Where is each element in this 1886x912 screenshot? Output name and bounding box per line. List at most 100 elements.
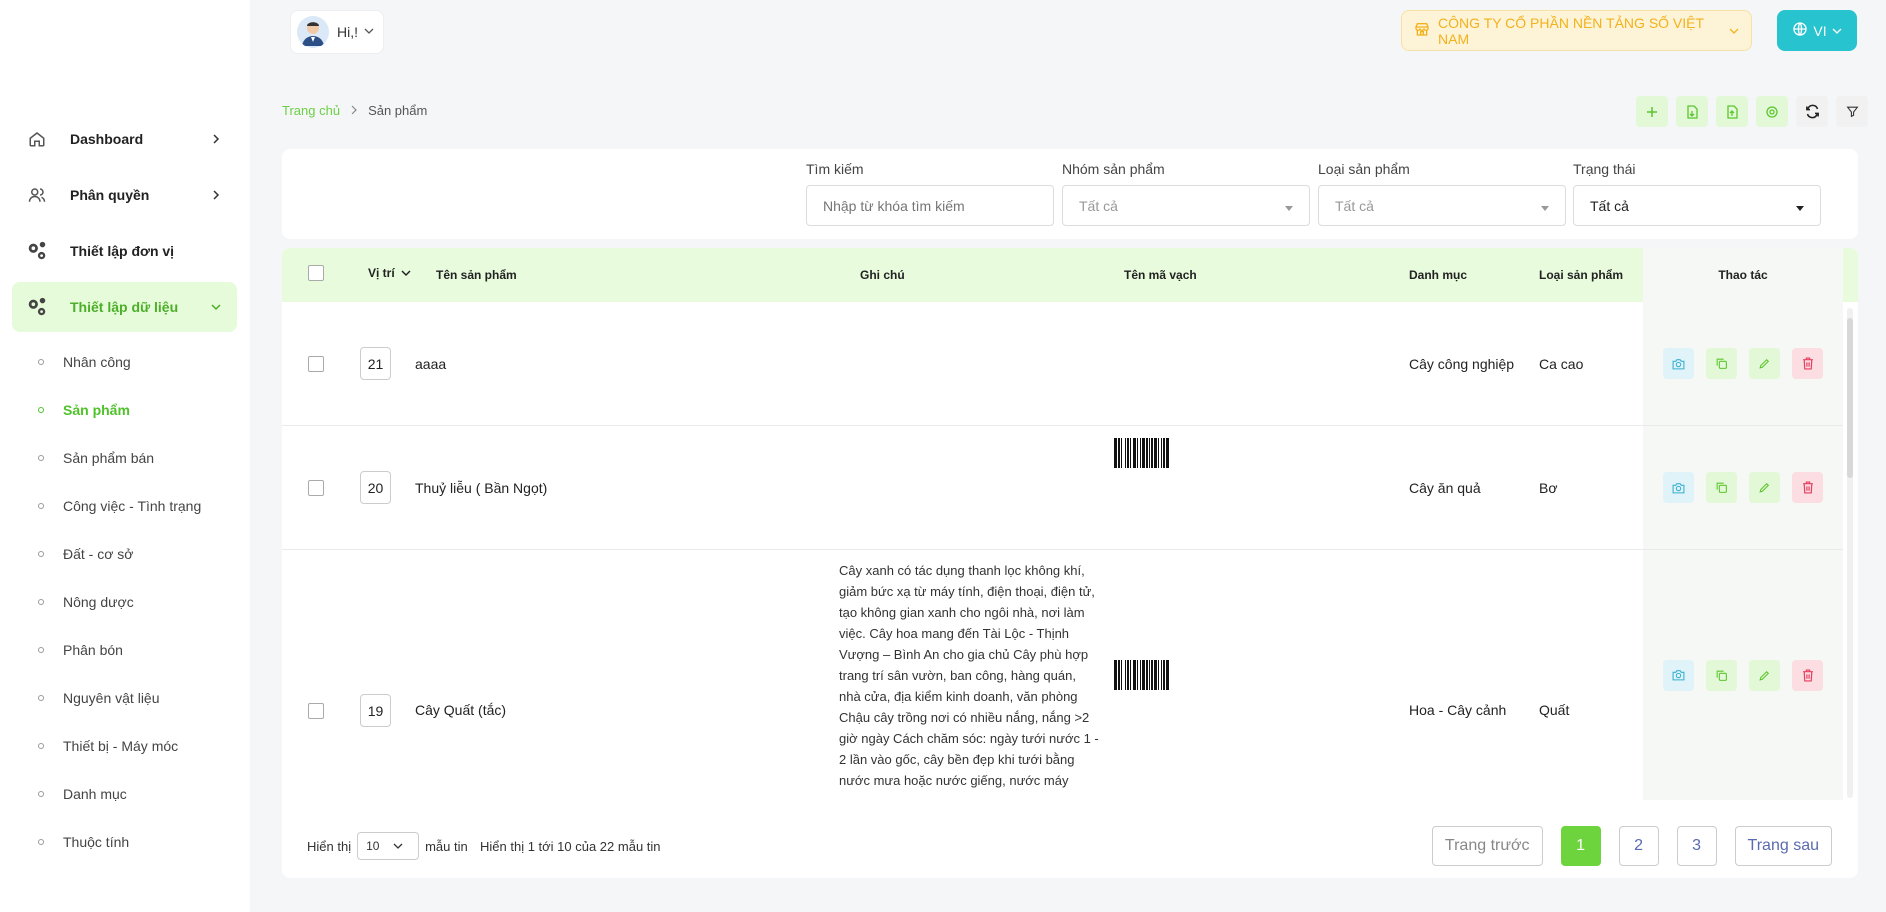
status-select[interactable]: Tất cả bbox=[1573, 185, 1821, 226]
sidebar-item-permissions[interactable]: Phân quyền bbox=[12, 170, 237, 220]
row-barcode bbox=[1114, 438, 1169, 468]
user-menu[interactable]: Hi,! bbox=[290, 10, 384, 54]
copy-icon bbox=[1716, 670, 1727, 681]
store-icon bbox=[1414, 21, 1430, 40]
sidebar-subitem-labor[interactable]: Nhân công bbox=[12, 338, 237, 386]
column-position[interactable]: Vị trí bbox=[368, 266, 411, 280]
show-label: Hiển thị bbox=[307, 838, 352, 854]
copy-button[interactable] bbox=[1706, 472, 1737, 503]
pagination-info: Hiển thị 1 tới 10 của 22 mẫu tin bbox=[480, 839, 661, 854]
product-group-label: Nhóm sản phẩm bbox=[1062, 161, 1165, 177]
page-button[interactable]: 3 bbox=[1676, 826, 1717, 866]
subitem-label: Công việc - Tình trạng bbox=[63, 498, 202, 514]
delete-button[interactable] bbox=[1792, 659, 1823, 691]
prev-page-button[interactable]: Trang trước bbox=[1431, 826, 1543, 866]
avatar bbox=[297, 16, 329, 48]
sidebar-item-data-setup[interactable]: Thiết lập dữ liệu bbox=[12, 282, 237, 332]
row-actions bbox=[1643, 302, 1843, 425]
column-actions-label: Thao tác bbox=[1718, 268, 1768, 282]
row-position[interactable]: 20 bbox=[360, 471, 391, 504]
page-button[interactable]: 2 bbox=[1618, 826, 1659, 866]
bullet-icon bbox=[38, 647, 44, 653]
sidebar-item-unit-setup[interactable]: Thiết lập đơn vị bbox=[12, 226, 237, 276]
chevron-down-icon bbox=[209, 300, 223, 314]
copy-button[interactable] bbox=[1706, 348, 1737, 379]
sidebar-subitem-attributes[interactable]: Thuộc tính bbox=[12, 818, 237, 866]
product-group-filter: Nhóm sản phẩm Tất cả bbox=[1062, 161, 1310, 226]
sidebar-subitem-land[interactable]: Đất - cơ sở bbox=[12, 530, 237, 578]
row-checkbox[interactable] bbox=[308, 480, 324, 496]
records-label: mẫu tin bbox=[425, 838, 468, 854]
copy-button[interactable] bbox=[1706, 659, 1737, 691]
image-button[interactable] bbox=[1663, 348, 1694, 379]
image-button[interactable] bbox=[1663, 659, 1694, 691]
sidebar-subitem-products-for-sale[interactable]: Sản phẩm bán bbox=[12, 434, 237, 482]
filter-icon bbox=[1846, 106, 1858, 118]
row-position[interactable]: 19 bbox=[360, 694, 391, 727]
page-toolbar bbox=[1636, 96, 1868, 127]
row-actions bbox=[1643, 550, 1843, 800]
row-category: Cây ăn quả bbox=[1409, 480, 1481, 496]
row-checkbox[interactable] bbox=[308, 356, 324, 372]
sidebar-subitem-equipment[interactable]: Thiết bị - Máy móc bbox=[12, 722, 237, 770]
target-icon bbox=[1766, 105, 1778, 118]
edit-button[interactable] bbox=[1749, 348, 1780, 379]
export-file-button[interactable] bbox=[1716, 96, 1748, 127]
page-size-value: 10 bbox=[366, 839, 380, 853]
import-file-button[interactable] bbox=[1676, 96, 1708, 127]
page-button[interactable]: 1 bbox=[1560, 826, 1601, 866]
refresh-button[interactable] bbox=[1796, 96, 1828, 127]
product-group-select[interactable]: Tất cả bbox=[1062, 185, 1310, 226]
plus-icon bbox=[1647, 106, 1657, 117]
sidebar-subitem-work-status[interactable]: Công việc - Tình trạng bbox=[12, 482, 237, 530]
search-input[interactable] bbox=[806, 185, 1054, 226]
filter-button[interactable] bbox=[1836, 96, 1868, 127]
next-page-button[interactable]: Trang sau bbox=[1734, 826, 1832, 866]
scrollbar-thumb[interactable] bbox=[1847, 318, 1853, 478]
subitem-label: Thuộc tính bbox=[63, 834, 130, 850]
select-all-checkbox[interactable] bbox=[308, 265, 324, 281]
breadcrumb-home[interactable]: Trang chủ bbox=[282, 103, 340, 118]
caret-down-icon bbox=[1541, 198, 1549, 214]
barcode-bar bbox=[1166, 438, 1169, 468]
add-button[interactable] bbox=[1636, 96, 1668, 127]
sidebar-subitem-products[interactable]: Sản phẩm bbox=[12, 386, 237, 434]
search-filter: Tìm kiếm bbox=[806, 161, 1054, 226]
sidebar-item-dashboard[interactable]: Dashboard bbox=[12, 114, 237, 164]
table-row: 19 Cây Quất (tắc) Cây xanh có tác dụng t… bbox=[282, 550, 1843, 800]
delete-button[interactable] bbox=[1792, 348, 1823, 379]
image-button[interactable] bbox=[1663, 472, 1694, 503]
page-size-control: Hiển thị 10 mẫu tin bbox=[307, 832, 468, 860]
pencil-icon bbox=[1759, 670, 1770, 681]
edit-button[interactable] bbox=[1749, 472, 1780, 503]
row-checkbox[interactable] bbox=[308, 703, 324, 719]
row-position[interactable]: 21 bbox=[360, 347, 391, 380]
sidebar-subitem-materials[interactable]: Nguyên vật liệu bbox=[12, 674, 237, 722]
delete-button[interactable] bbox=[1792, 472, 1823, 503]
chevron-down-icon bbox=[401, 270, 411, 277]
globe-icon bbox=[1792, 21, 1808, 40]
product-type-select[interactable]: Tất cả bbox=[1318, 185, 1566, 226]
subitem-label: Sản phẩm bbox=[63, 402, 130, 418]
camera-icon bbox=[1672, 482, 1685, 493]
language-selector[interactable]: VI bbox=[1777, 10, 1857, 51]
target-button[interactable] bbox=[1756, 96, 1788, 127]
sidebar-subitem-fertilizer[interactable]: Phân bón bbox=[12, 626, 237, 674]
bullet-icon bbox=[38, 791, 44, 797]
edit-button[interactable] bbox=[1749, 659, 1780, 691]
barcode-bar bbox=[1166, 660, 1169, 690]
bullet-icon bbox=[38, 551, 44, 557]
bullet-icon bbox=[38, 839, 44, 845]
page-size-select[interactable]: 10 bbox=[357, 832, 420, 860]
file-export-icon bbox=[1726, 104, 1738, 119]
search-label: Tìm kiếm bbox=[806, 161, 864, 177]
sidebar-subitem-pesticides[interactable]: Nông dược bbox=[12, 578, 237, 626]
company-selector[interactable]: CÔNG TY CỔ PHẦN NỀN TẢNG SỐ VIỆT NAM bbox=[1401, 10, 1752, 51]
table-scrollbar[interactable] bbox=[1847, 308, 1853, 798]
row-name: Thuỷ liễu ( Bần Ngọt) bbox=[415, 480, 548, 496]
bullet-icon bbox=[38, 695, 44, 701]
sidebar-subitem-categories[interactable]: Danh mục bbox=[12, 770, 237, 818]
chevron-down-icon bbox=[364, 23, 374, 41]
column-actions: Thao tác bbox=[1643, 248, 1843, 302]
user-greeting: Hi,! bbox=[337, 24, 358, 40]
